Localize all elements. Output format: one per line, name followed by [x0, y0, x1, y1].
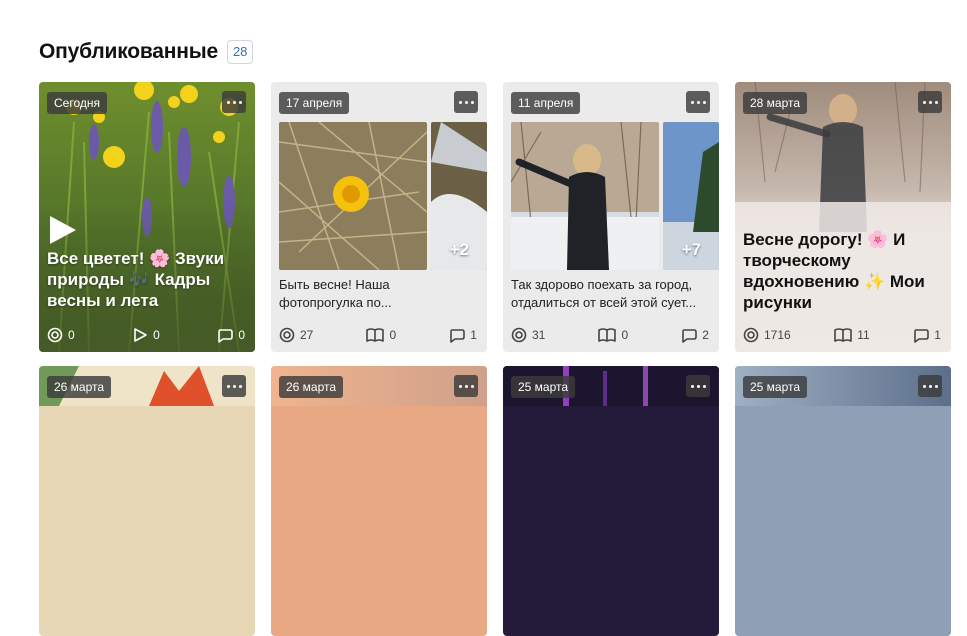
- reads-count: 0: [389, 328, 397, 342]
- publication-card[interactable]: 26 марта: [39, 366, 255, 636]
- card-photo: [511, 122, 659, 270]
- publication-card[interactable]: 17 апреля +2 Быть весне! Наша фотопрогул…: [271, 82, 487, 352]
- publications-count-badge: 28: [226, 40, 254, 64]
- views-stat: 27: [279, 327, 313, 343]
- card-title[interactable]: Весне дорогу! 🌸 И творческому вдохновени…: [743, 229, 943, 313]
- more-options-button[interactable]: [222, 91, 246, 113]
- comments-count: 1: [934, 328, 941, 342]
- more-options-button[interactable]: [686, 91, 710, 113]
- extra-photos-count: +7: [681, 240, 701, 259]
- extra-photos-count: +2: [449, 240, 469, 259]
- card-date-badge: 28 марта: [743, 92, 808, 114]
- card-date-badge: 25 марта: [743, 376, 808, 398]
- comments-stat[interactable]: 0: [217, 327, 245, 343]
- plays-count: 0: [153, 328, 160, 342]
- more-options-button[interactable]: [454, 375, 478, 397]
- more-options-button[interactable]: [918, 91, 942, 113]
- card-date-badge: 17 апреля: [279, 92, 350, 114]
- views-icon: [743, 327, 759, 343]
- views-stat: 0: [47, 327, 75, 343]
- reads-stat: 0: [598, 327, 628, 343]
- more-options-button[interactable]: [918, 375, 942, 397]
- card-stats: 1716 11 1: [743, 327, 941, 343]
- section-title: Опубликованные: [39, 40, 218, 63]
- views-icon: [47, 327, 63, 343]
- comments-stat[interactable]: 1: [449, 327, 477, 343]
- reads-stat: 11: [834, 327, 870, 343]
- play-outline-icon: [134, 328, 147, 342]
- play-icon[interactable]: [50, 216, 76, 244]
- comments-count: 0: [238, 328, 245, 342]
- views-count: 27: [300, 328, 314, 342]
- card-stats: 27 0 1: [279, 327, 477, 343]
- book-icon: [366, 328, 385, 342]
- card-stats: 31 0 2: [511, 327, 709, 343]
- excerpt-line: Так здорово поехать за город,: [511, 277, 693, 292]
- publication-card[interactable]: 11 апреля +7 Так здорово поехать за горо…: [503, 82, 719, 352]
- comments-stat[interactable]: 1: [913, 327, 941, 343]
- comments-count: 1: [470, 328, 477, 342]
- more-options-button[interactable]: [222, 375, 246, 397]
- card-photo: [279, 122, 427, 270]
- card-stats: 0 0 0: [47, 327, 245, 343]
- card-title[interactable]: Все цветет! 🌸 Звуки природы 🎶 Кадры весн…: [47, 248, 247, 311]
- reads-count: 11: [857, 328, 870, 342]
- excerpt-line: отдалиться от всей этой сует...: [511, 295, 697, 310]
- views-icon: [279, 327, 295, 343]
- comments-count: 2: [702, 328, 709, 342]
- card-excerpt[interactable]: Быть весне! Наша фотопрогулка по...: [279, 276, 479, 312]
- card-date-badge: 25 марта: [511, 376, 576, 398]
- views-icon: [511, 327, 527, 343]
- book-icon: [598, 328, 617, 342]
- comment-icon: [682, 329, 698, 343]
- more-options-button[interactable]: [454, 91, 478, 113]
- comment-icon: [914, 329, 930, 343]
- views-count: 1716: [764, 328, 791, 342]
- book-icon: [834, 328, 853, 342]
- plays-stat: 0: [132, 327, 160, 343]
- publication-card[interactable]: 25 марта: [735, 366, 951, 636]
- views-count: 31: [532, 328, 546, 342]
- views-stat: 31: [511, 327, 545, 343]
- reads-count: 0: [621, 328, 629, 342]
- publication-card[interactable]: 28 марта Весне дорогу! 🌸 И творческому в…: [735, 82, 951, 352]
- card-date-badge: 11 апреля: [511, 92, 581, 114]
- publication-card[interactable]: 26 марта: [271, 366, 487, 636]
- comment-icon: [218, 329, 234, 343]
- excerpt-line: фотопрогулка по...: [279, 295, 392, 310]
- more-options-button[interactable]: [686, 375, 710, 397]
- comments-stat[interactable]: 2: [681, 327, 709, 343]
- excerpt-line: Быть весне! Наша: [279, 277, 390, 292]
- views-stat: 1716: [743, 327, 791, 343]
- card-date-badge: 26 марта: [47, 376, 112, 398]
- card-date-badge: Сегодня: [47, 92, 107, 114]
- publication-card[interactable]: Сегодня Все цветет! 🌸 Звуки природы 🎶 Ка…: [39, 82, 255, 352]
- publication-card[interactable]: 25 марта: [503, 366, 719, 636]
- card-excerpt[interactable]: Так здорово поехать за город, отдалиться…: [511, 276, 711, 312]
- reads-stat: 0: [366, 327, 396, 343]
- card-date-badge: 26 марта: [279, 376, 344, 398]
- comment-icon: [450, 329, 466, 343]
- views-count: 0: [68, 328, 75, 342]
- section-heading: Опубликованные 28: [39, 40, 254, 64]
